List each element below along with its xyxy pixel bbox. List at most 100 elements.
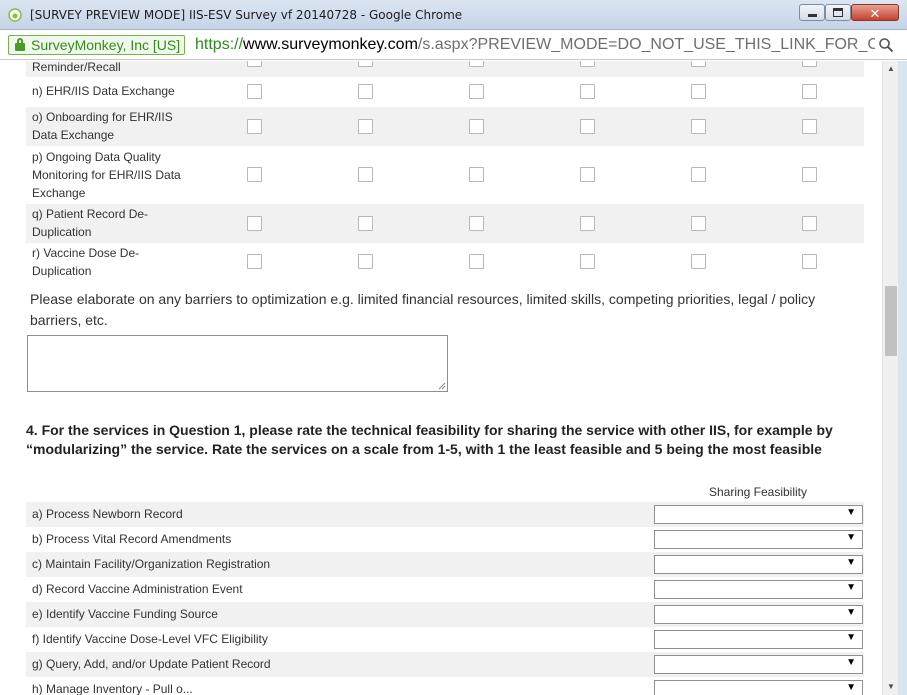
- matrix-checkbox[interactable]: [469, 119, 484, 134]
- feasibility-dropdown[interactable]: ▼: [654, 605, 863, 624]
- matrix-row: r) Vaccine Dose De-Duplication: [26, 243, 864, 283]
- scrollbar-thumb[interactable]: [885, 286, 897, 356]
- matrix-checkbox[interactable]: [691, 84, 706, 99]
- matrix-checkbox[interactable]: [691, 254, 706, 269]
- rating-row-label: e) Identify Vaccine Funding Source: [32, 607, 218, 621]
- matrix-checkbox[interactable]: [247, 167, 262, 182]
- matrix-checkbox[interactable]: [247, 254, 262, 269]
- matrix-checkbox[interactable]: [247, 84, 262, 99]
- matrix-checkbox[interactable]: [469, 84, 484, 99]
- rating-row: h) Manage Inventory - Pull o... ▼: [26, 677, 864, 695]
- matrix-checkbox[interactable]: [247, 61, 262, 67]
- matrix-checkbox[interactable]: [802, 167, 817, 182]
- window-titlebar[interactable]: [SURVEY PREVIEW MODE] IIS-ESV Survey vf …: [0, 0, 907, 30]
- matrix-checkbox[interactable]: [358, 216, 373, 231]
- dropdown-arrow-icon: ▼: [846, 657, 856, 668]
- rating-row: b) Process Vital Record Amendments ▼: [26, 527, 864, 552]
- feasibility-dropdown[interactable]: ▼: [654, 630, 863, 649]
- matrix-checkbox[interactable]: [691, 167, 706, 182]
- vertical-scrollbar[interactable]: ▲ ▼: [882, 61, 898, 695]
- matrix-row: q) Patient Record De-Duplication: [26, 204, 864, 243]
- feasibility-dropdown[interactable]: ▼: [654, 555, 863, 574]
- dropdown-arrow-icon: ▼: [846, 507, 856, 518]
- rating-row-label: b) Process Vital Record Amendments: [32, 532, 232, 546]
- rating-row: e) Identify Vaccine Funding Source ▼: [26, 602, 864, 627]
- matrix-row-label: Reminder/Recall: [32, 61, 121, 74]
- minimize-button[interactable]: [799, 4, 825, 21]
- matrix-checkbox[interactable]: [691, 119, 706, 134]
- matrix-row-label: n) EHR/IIS Data Exchange: [32, 84, 175, 98]
- rating-row-label: f) Identify Vaccine Dose-Level VFC Eligi…: [32, 632, 268, 646]
- scroll-down-arrow-icon[interactable]: ▼: [883, 679, 899, 695]
- url-host: www.surveymonkey.com: [243, 36, 418, 53]
- elaborate-prompt: Please elaborate on any barriers to opti…: [30, 291, 816, 328]
- matrix-checkbox[interactable]: [247, 216, 262, 231]
- question-4-title: 4. For the services in Question 1, pleas…: [26, 422, 833, 457]
- close-icon: ✕: [869, 7, 881, 22]
- resize-grip-icon[interactable]: [438, 382, 446, 390]
- rating-row-label: h) Manage Inventory - Pull o...: [32, 682, 193, 695]
- matrix-checkbox[interactable]: [580, 61, 595, 67]
- rating-row: a) Process Newborn Record ▼: [26, 502, 864, 527]
- matrix-question: Reminder/Recall n) EHR/IIS Data Exchange…: [26, 61, 864, 283]
- matrix-checkbox[interactable]: [580, 84, 595, 99]
- scroll-up-arrow-icon[interactable]: ▲: [883, 61, 899, 77]
- matrix-checkbox[interactable]: [691, 61, 706, 67]
- ev-certificate-label: SurveyMonkey, Inc [US]: [31, 37, 181, 53]
- matrix-row-label: r) Vaccine Dose De-Duplication: [32, 246, 140, 278]
- ev-certificate-badge[interactable]: SurveyMonkey, Inc [US]: [8, 35, 186, 55]
- matrix-checkbox[interactable]: [247, 119, 262, 134]
- feasibility-dropdown[interactable]: ▼: [654, 680, 863, 695]
- rating-row: c) Maintain Facility/Organization Regist…: [26, 552, 864, 577]
- url-scheme: https://: [195, 36, 244, 53]
- matrix-row: p) Ongoing Data Quality Monitoring for E…: [26, 146, 864, 204]
- matrix-checkbox[interactable]: [802, 216, 817, 231]
- matrix-checkbox[interactable]: [358, 61, 373, 67]
- matrix-checkbox[interactable]: [358, 254, 373, 269]
- matrix-checkbox[interactable]: [691, 216, 706, 231]
- elaborate-textarea[interactable]: [27, 335, 448, 392]
- feasibility-dropdown[interactable]: ▼: [654, 530, 863, 549]
- matrix-checkbox[interactable]: [469, 167, 484, 182]
- matrix-checkbox[interactable]: [469, 61, 484, 67]
- dropdown-arrow-icon: ▼: [846, 682, 856, 693]
- survey-monkey-logo-icon: [8, 8, 22, 22]
- matrix-checkbox[interactable]: [469, 216, 484, 231]
- minimize-icon: [807, 14, 817, 17]
- lock-icon: [15, 38, 25, 51]
- feasibility-dropdown[interactable]: ▼: [654, 655, 863, 674]
- matrix-checkbox[interactable]: [802, 119, 817, 134]
- feasibility-dropdown[interactable]: ▼: [654, 505, 863, 524]
- rating-row: g) Query, Add, and/or Update Patient Rec…: [26, 652, 864, 677]
- matrix-row-label: p) Ongoing Data Quality Monitoring for E…: [32, 150, 181, 200]
- dropdown-arrow-icon: ▼: [846, 607, 856, 618]
- matrix-checkbox[interactable]: [802, 61, 817, 67]
- matrix-checkbox[interactable]: [802, 254, 817, 269]
- matrix-checkbox[interactable]: [802, 84, 817, 99]
- matrix-checkbox[interactable]: [580, 254, 595, 269]
- matrix-checkbox[interactable]: [358, 119, 373, 134]
- url-field[interactable]: https://www.surveymonkey.com/s.aspx?PREV…: [195, 36, 875, 54]
- close-button[interactable]: ✕: [851, 4, 899, 22]
- rating-row: d) Record Vaccine Administration Event ▼: [26, 577, 864, 602]
- rating-row: f) Identify Vaccine Dose-Level VFC Eligi…: [26, 627, 864, 652]
- magnifier-icon[interactable]: [878, 37, 894, 53]
- page-content: Reminder/Recall n) EHR/IIS Data Exchange…: [0, 61, 882, 695]
- address-bar[interactable]: SurveyMonkey, Inc [US] https://www.surve…: [0, 30, 907, 60]
- dropdown-arrow-icon: ▼: [846, 582, 856, 593]
- matrix-checkbox[interactable]: [580, 216, 595, 231]
- rating-table: a) Process Newborn Record ▼ b) Process V…: [26, 502, 864, 695]
- matrix-row-label: o) Onboarding for EHR/IIS Data Exchange: [32, 110, 173, 142]
- matrix-checkbox[interactable]: [358, 84, 373, 99]
- matrix-checkbox[interactable]: [580, 167, 595, 182]
- maximize-button[interactable]: [825, 4, 851, 21]
- window-frame-edge: [898, 61, 907, 695]
- matrix-row: o) Onboarding for EHR/IIS Data Exchange: [26, 107, 864, 146]
- matrix-row: Reminder/Recall: [26, 61, 864, 77]
- feasibility-dropdown[interactable]: ▼: [654, 580, 863, 599]
- matrix-checkbox[interactable]: [580, 119, 595, 134]
- matrix-checkbox[interactable]: [469, 254, 484, 269]
- matrix-row: n) EHR/IIS Data Exchange: [26, 77, 864, 107]
- rating-row-label: g) Query, Add, and/or Update Patient Rec…: [32, 657, 271, 671]
- matrix-checkbox[interactable]: [358, 167, 373, 182]
